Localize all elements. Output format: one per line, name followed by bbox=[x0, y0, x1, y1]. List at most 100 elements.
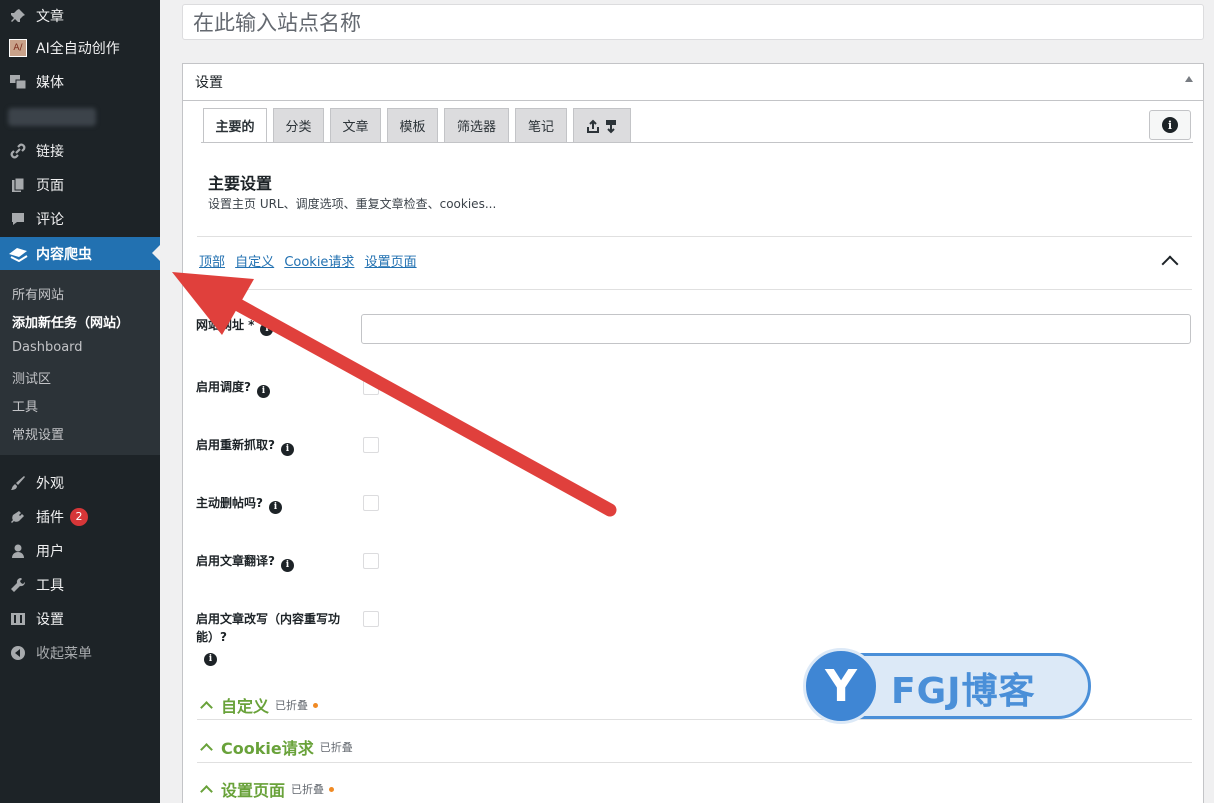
menu-media[interactable]: 媒体 bbox=[0, 66, 160, 98]
delete-posts-checkbox[interactable] bbox=[363, 495, 379, 511]
import-export-icon bbox=[587, 119, 616, 133]
menu-label: 工具 bbox=[36, 578, 64, 594]
divider bbox=[197, 289, 1192, 290]
plugin-update-badge: 2 bbox=[70, 508, 88, 526]
info-icon[interactable]: i bbox=[256, 384, 270, 398]
user-icon bbox=[8, 541, 28, 561]
crawler-submenu: 所有网站 添加新任务（网站） Dashboard 测试区 工具 常规设置 bbox=[0, 270, 160, 455]
settings-icon bbox=[8, 609, 28, 629]
menu-ai-writer[interactable]: A/ AI全自动创作 bbox=[0, 32, 160, 64]
menu-comments[interactable]: 评论 bbox=[0, 203, 160, 235]
collapsed-section-custom[interactable]: 自定义 已折叠 bbox=[198, 693, 319, 717]
field-label-rewrite: 启用文章改写（内容重写功 能）? i bbox=[196, 612, 341, 666]
menu-users[interactable]: 用户 bbox=[0, 535, 160, 567]
chevron-up-icon[interactable] bbox=[1161, 255, 1179, 273]
field-label-translation: 启用文章翻译? i bbox=[196, 552, 294, 572]
tab-main[interactable]: 主要的 bbox=[203, 108, 267, 143]
tabs-divider bbox=[201, 142, 1193, 143]
plugin-icon bbox=[8, 507, 28, 527]
divider bbox=[197, 236, 1192, 237]
section-description: 设置主页 URL、调度选项、重复文章检查、cookies... bbox=[208, 197, 497, 211]
watermark-text: FGJ博客 bbox=[891, 671, 1036, 712]
pin-icon bbox=[8, 6, 28, 26]
menu-settings[interactable]: 设置 bbox=[0, 603, 160, 635]
menu-links[interactable]: 链接 bbox=[0, 135, 160, 167]
divider bbox=[197, 762, 1192, 763]
field-label-recrawl: 启用重新抓取? i bbox=[196, 436, 294, 456]
watermark-letter: Y bbox=[803, 648, 879, 724]
collapsed-section-cookie[interactable]: Cookie请求 已折叠 bbox=[198, 735, 353, 759]
info-icon[interactable]: i bbox=[280, 558, 294, 572]
page-icon bbox=[8, 175, 28, 195]
tab-post[interactable]: 文章 bbox=[330, 108, 381, 143]
chevron-up-icon bbox=[200, 785, 213, 798]
submenu-add-new-task[interactable]: 添加新任务（网站） bbox=[12, 312, 129, 331]
collapse-icon bbox=[8, 643, 28, 663]
link-top[interactable]: 顶部 bbox=[199, 255, 225, 270]
ai-logo-icon: A/ bbox=[8, 38, 28, 58]
tab-template[interactable]: 模板 bbox=[387, 108, 438, 143]
menu-tools[interactable]: 工具 bbox=[0, 569, 160, 601]
menu-label: 评论 bbox=[36, 212, 64, 228]
rewrite-checkbox[interactable] bbox=[363, 611, 379, 627]
menu-label: 用户 bbox=[36, 544, 64, 560]
field-label-site-url: 网站网址 * i bbox=[196, 316, 274, 336]
info-icon[interactable]: i bbox=[260, 322, 274, 336]
submenu-general-settings[interactable]: 常规设置 bbox=[12, 424, 64, 443]
tab-import-export[interactable] bbox=[573, 108, 631, 143]
submenu-dashboard[interactable]: Dashboard bbox=[12, 340, 83, 355]
section-title: 主要设置 bbox=[208, 174, 273, 193]
info-icon[interactable]: i bbox=[204, 652, 217, 666]
tab-notes[interactable]: 笔记 bbox=[515, 108, 567, 143]
menu-label: 设置 bbox=[36, 612, 64, 628]
caret-up-icon[interactable] bbox=[1185, 76, 1193, 82]
submenu-all-sites[interactable]: 所有网站 bbox=[12, 284, 64, 303]
menu-plugins[interactable]: 插件 2 bbox=[0, 501, 160, 533]
menu-label: 页面 bbox=[36, 178, 64, 194]
menu-label: AI全自动创作 bbox=[36, 41, 120, 57]
menu-label: 内容爬虫 bbox=[36, 247, 92, 263]
link-settings-page[interactable]: 设置页面 bbox=[365, 255, 417, 270]
media-icon bbox=[8, 72, 28, 92]
tab-filters[interactable]: 筛选器 bbox=[444, 108, 509, 143]
collapsed-section-settings-page[interactable]: 设置页面 已折叠 bbox=[198, 777, 335, 801]
wrench-icon bbox=[8, 575, 28, 595]
menu-label: 外观 bbox=[36, 476, 64, 492]
comment-icon bbox=[8, 209, 28, 229]
site-url-input[interactable] bbox=[361, 314, 1191, 344]
menu-label: 插件 bbox=[36, 510, 64, 526]
link-cookie[interactable]: Cookie请求 bbox=[284, 255, 354, 270]
field-label-scheduling: 启用调度? i bbox=[196, 378, 270, 398]
brush-icon bbox=[8, 473, 28, 493]
field-label-delete-posts: 主动删帖吗? i bbox=[196, 494, 282, 514]
menu-pages[interactable]: 页面 bbox=[0, 169, 160, 201]
submenu-tools[interactable]: 工具 bbox=[12, 396, 38, 415]
menu-posts[interactable]: 文章 bbox=[0, 0, 160, 32]
metabox-title: 设置 bbox=[195, 75, 223, 91]
submenu-test-area[interactable]: 测试区 bbox=[12, 368, 51, 387]
active-indicator bbox=[152, 245, 160, 261]
menu-label: 媒体 bbox=[36, 75, 64, 91]
site-name-input[interactable]: 在此输入站点名称 bbox=[182, 4, 1204, 40]
info-icon[interactable]: i bbox=[268, 500, 282, 514]
link-custom[interactable]: 自定义 bbox=[235, 255, 274, 270]
status-dot bbox=[329, 786, 335, 792]
site-name-placeholder: 在此输入站点名称 bbox=[193, 11, 361, 35]
scheduling-checkbox[interactable] bbox=[363, 379, 379, 395]
menu-label: 链接 bbox=[36, 144, 64, 160]
tab-category[interactable]: 分类 bbox=[273, 108, 324, 143]
translation-checkbox[interactable] bbox=[363, 553, 379, 569]
menu-label: 收起菜单 bbox=[36, 646, 92, 662]
recrawl-checkbox[interactable] bbox=[363, 437, 379, 453]
metabox-header[interactable]: 设置 bbox=[183, 64, 1203, 101]
info-button[interactable]: i bbox=[1149, 110, 1191, 140]
menu-collapse[interactable]: 收起菜单 bbox=[0, 637, 160, 669]
link-icon bbox=[8, 141, 28, 161]
menu-content-crawler[interactable]: 内容爬虫 bbox=[0, 237, 160, 271]
admin-sidebar: 文章 A/ AI全自动创作 媒体 链接 页面 评论 内容爬虫 所有网站 添加新任… bbox=[0, 0, 160, 803]
crawler-icon bbox=[8, 244, 28, 264]
menu-label: 文章 bbox=[36, 9, 64, 25]
menu-appearance[interactable]: 外观 bbox=[0, 467, 160, 499]
info-icon[interactable]: i bbox=[280, 442, 294, 456]
info-icon: i bbox=[1162, 117, 1178, 133]
